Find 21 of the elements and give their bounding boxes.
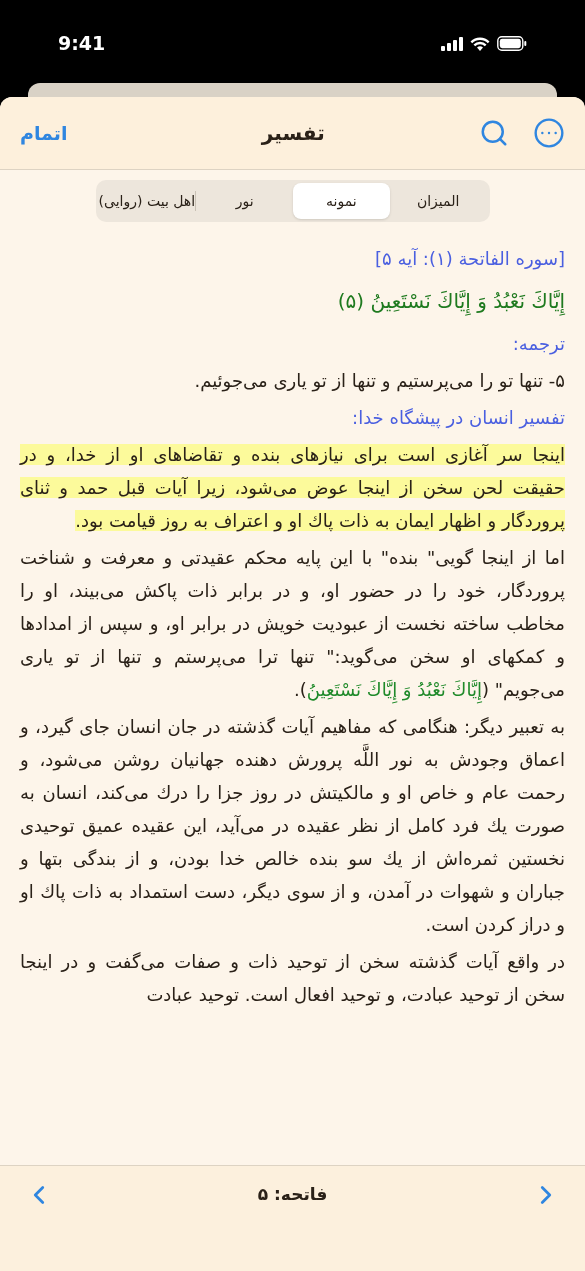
search-icon[interactable] [479,118,509,148]
footer-title: فاتحه: ۵ [257,1183,328,1206]
segment-tab[interactable]: المیزان [389,183,487,219]
verse-reference: [سوره الفاتحة (۱): آیه ۵] [374,247,565,272]
segment-tab[interactable]: اهل بیت (روایی) [98,183,196,219]
status-time: 9:41 [58,31,106,57]
body-paragraph: در واقع آیات گذشته سخن از توحید ذات و صفات می‌گفت و در اینجا سخن از توحید عبادت، و توحید افعال است. توحید عبادت [20,950,565,1008]
translation-text: ۵- تنها تو را می‌پرستیم و تنها از تو یاری می‌جوئیم. [193,369,565,394]
body-paragraph: به تعبیر دیگر: هنگامی که مفاهیم آیات گذشته در جان انسان جای گیرد، و اعماق وجودش به نور اللَّه پرورش دهنده جهانیان روشن می‌شود، و رحمت عام و خاص او و مالکیتش در روز جزا را درك می‌کند، انسان به صورت یك فرد کامل از نظر عقیده در می‌آید، این عقیده عمیق توحیدی نخستین ثمره‌اش از یك سو بنده خالص خدا بودن، و از بندگی بتها و جباران و شهوات در آمدن، و از سوی دیگر، دست استمداد به ذات پاك او و دراز کردن است. [20,715,565,938]
segment-tab[interactable]: نور [196,183,293,219]
body-paragraph: اما از اینجا گویی" بنده" با این پایه محکم عقیدتی و معرفت و شناخت پروردگار، خود را در حضور او، و در برابر ذات پاکش می‌بیند، او را مخاطب ساخته نخست از عبودیت خویش در برابر او، و سپس از امدادها و کمکهای او سخن می‌گوید:" تنها ترا می‌پرستم و تنها از تو یاری می‌جویم" (إِيَّاكَ نَعْبُدُ وَ إِيَّاكَ نَسْتَعِينُ). [20,541,565,706]
body-paragraph: اینجا سر آغازی است برای نیازهای بنده و تقاضاهای او از خدا، و در حقیقت لحن سخن از اینجا عوض می‌شود، زیرا آیات قبل حمد و ثنای پروردگار و اظهار ایمان به ذات پاك او و اعتراف به روز قیامت بود. [20,443,565,534]
battery-icon [497,36,527,51]
signal-icon [441,36,463,51]
more-icon[interactable] [533,117,565,149]
screen-title: تفسیر [261,120,325,147]
section-heading: تفسیر انسان در پیشگاه خدا: [351,406,565,431]
segment-tab[interactable]: نمونه [293,183,390,219]
wifi-icon [470,36,490,51]
section-heading: ترجمه: [511,332,565,357]
verse-text: إِيَّاكَ نَعْبُدُ وَ إِيَّاكَ نَسْتَعِينُ (۵) [20,279,565,323]
